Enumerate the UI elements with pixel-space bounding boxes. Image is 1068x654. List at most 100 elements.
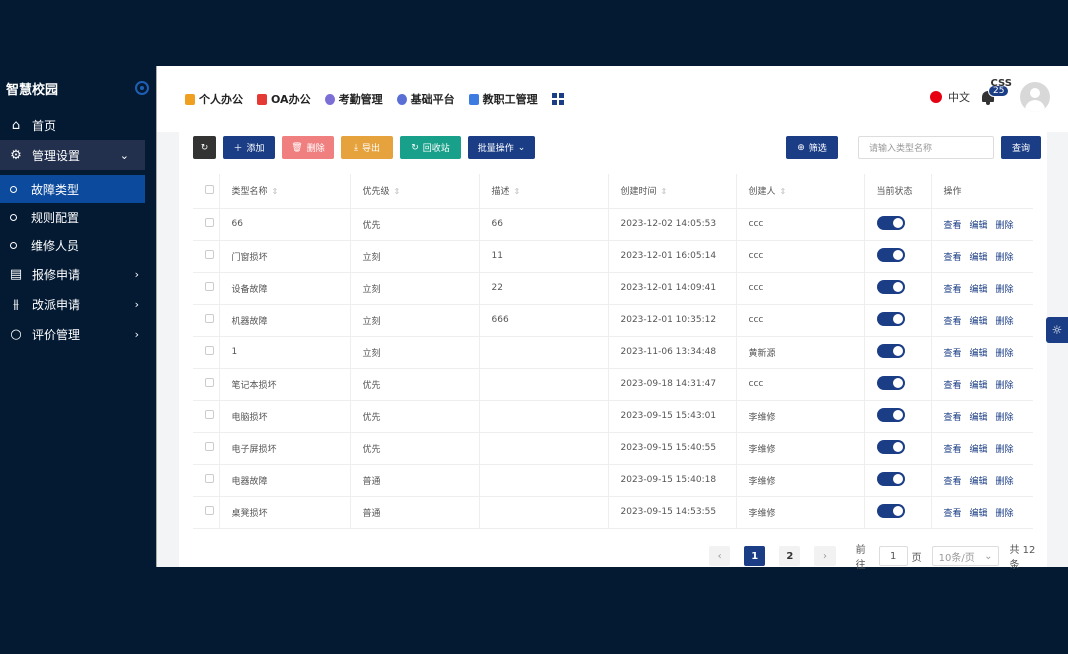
edit-link[interactable]: 编辑 [970,317,988,327]
row-checkbox[interactable] [205,282,214,291]
col-type-name[interactable]: 类型名称 ⇕ [219,174,351,209]
filter-button[interactable]: ⊕ 筛选 [786,136,838,159]
col-description[interactable]: 描述 ⇕ [479,174,609,209]
status-toggle[interactable] [876,471,905,486]
view-link[interactable]: 查看 [944,221,962,231]
refresh-button[interactable]: ↻ [193,136,216,159]
delete-link[interactable]: 删除 [996,349,1014,359]
edit-link[interactable]: 编辑 [970,477,988,487]
edit-link[interactable]: 编辑 [970,381,988,391]
delete-link[interactable]: 删除 [996,445,1014,455]
sidebar-item-repair-request[interactable]: ▤ 报修申请 › [0,259,155,289]
delete-link[interactable]: 删除 [996,477,1014,487]
view-link[interactable]: 查看 [944,413,962,423]
status-toggle[interactable] [876,279,905,294]
edit-link[interactable]: 编辑 [970,253,988,263]
view-link[interactable]: 查看 [944,509,962,519]
view-link[interactable]: 查看 [944,477,962,487]
status-toggle[interactable] [876,343,905,358]
cell-priority: 优先 [350,400,480,433]
view-link[interactable]: 查看 [944,253,962,263]
page-button-1[interactable]: 1 [744,546,766,566]
nav-attendance[interactable]: 考勤管理 [324,91,383,107]
delete-link[interactable]: 删除 [996,381,1014,391]
prev-page-button[interactable]: ‹ [709,546,731,566]
row-checkbox[interactable] [205,218,214,227]
apps-grid-icon[interactable] [551,93,564,105]
nav-staff-management[interactable]: 教职工管理 [468,91,538,107]
edit-link[interactable]: 编辑 [970,413,988,423]
nav-personal-office[interactable]: 个人办公 [185,91,243,107]
status-toggle[interactable] [876,215,905,230]
nav-oa-office[interactable]: OA办公 [257,91,311,107]
status-toggle[interactable] [876,311,905,326]
view-link[interactable]: 查看 [944,445,962,455]
row-checkbox[interactable] [205,474,214,483]
delete-link[interactable]: 删除 [996,285,1014,295]
sidebar-item-settings[interactable]: ⚙ 管理设置 ⌄ [0,140,145,170]
delete-button[interactable]: 🗑 删除 [282,136,334,159]
app-title: 智慧校园 [6,82,59,98]
sidebar-item-fault-type[interactable]: 故障类型 [0,175,145,203]
row-checkbox[interactable] [205,314,214,323]
edit-link[interactable]: 编辑 [970,509,988,519]
select-all-checkbox[interactable] [205,184,214,194]
status-toggle[interactable] [876,247,905,262]
view-link[interactable]: 查看 [944,349,962,359]
row-checkbox[interactable] [205,410,214,419]
nav-base-platform[interactable]: 基础平台 [396,91,455,107]
view-link[interactable]: 查看 [944,317,962,327]
theme-settings-button[interactable]: ☼ [1046,317,1068,343]
sidebar-item-home[interactable]: ⌂ 首页 [0,110,155,140]
status-toggle[interactable] [876,503,905,518]
edit-link[interactable]: 编辑 [970,349,988,359]
search-input[interactable]: 请输入类型名称 [858,136,994,159]
delete-link[interactable]: 删除 [996,317,1014,327]
row-checkbox[interactable] [205,442,214,451]
sidebar-item-evaluation[interactable]: ○ 评价管理 › [0,319,155,349]
sidebar-item-reassign-request[interactable]: ⫵ 改派申请 › [0,289,155,319]
status-toggle[interactable] [876,375,905,390]
sidebar-item-repair-staff[interactable]: 维修人员 [0,231,155,259]
page-size-select[interactable]: 10条/页 ⌄ [931,546,1000,566]
sidebar-item-rule-config[interactable]: 规则配置 [0,203,155,231]
delete-link[interactable]: 删除 [996,413,1014,423]
edit-link[interactable]: 编辑 [970,285,988,295]
sidebar-item-label: 报修申请 [32,267,81,282]
edit-link[interactable]: 编辑 [970,221,988,231]
sort-icon: ⇕ [660,187,668,197]
bell-icon[interactable]: 25 [980,85,1010,105]
page-jump-input[interactable]: 1 [878,546,908,566]
delete-link[interactable]: 删除 [996,221,1014,231]
col-priority[interactable]: 优先级 ⇕ [350,174,480,209]
cell-description [479,496,609,529]
row-checkbox[interactable] [205,378,214,387]
avatar[interactable] [1020,82,1050,112]
language-switch[interactable]: 中文 [948,89,970,105]
cell-status [864,336,932,369]
status-toggle[interactable] [876,407,905,422]
edit-link[interactable]: 编辑 [970,445,988,455]
status-toggle[interactable] [876,439,905,454]
batch-operations-button[interactable]: 批量操作 ⌄ [468,136,535,159]
col-creator[interactable]: 创建人 ⇕ [736,174,865,209]
query-button[interactable]: 查询 [1001,136,1041,159]
recycle-bin-button[interactable]: ↻ 回收站 [400,136,461,159]
col-created-time[interactable]: 创建时间 ⇕ [608,174,737,209]
add-button[interactable]: ＋添加 [223,136,275,159]
collapse-toggle-icon[interactable] [135,81,149,95]
view-link[interactable]: 查看 [944,285,962,295]
next-page-button[interactable]: › [814,546,836,566]
nav-label: 基础平台 [410,93,455,106]
view-link[interactable]: 查看 [944,381,962,391]
export-button[interactable]: ⤓ 导出 [341,136,393,159]
row-checkbox[interactable] [205,506,214,515]
row-select-cell [193,496,220,529]
page-button-2[interactable]: 2 [779,546,801,566]
delete-link[interactable]: 删除 [996,253,1014,263]
row-select-cell [193,464,220,497]
row-checkbox[interactable] [205,250,214,259]
row-checkbox[interactable] [205,346,214,355]
cell-creator: 李维修 [736,432,865,465]
delete-link[interactable]: 删除 [996,509,1014,519]
